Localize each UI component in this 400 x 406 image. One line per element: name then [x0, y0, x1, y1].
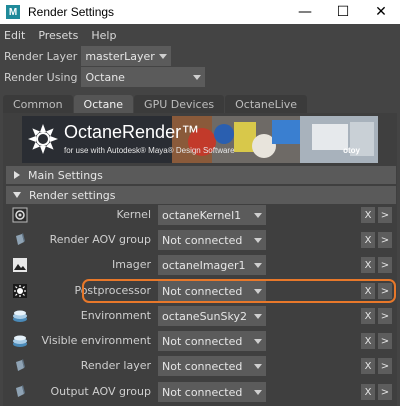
clear-button[interactable]: X: [361, 333, 375, 349]
chevron-down-icon: [250, 331, 266, 351]
attr-label: Output AOV group: [50, 385, 151, 398]
window-controls: — ☐ ✕: [286, 0, 400, 24]
environment-icon: [13, 310, 27, 322]
tab-common[interactable]: Common: [3, 95, 73, 113]
navigate-button[interactable]: >: [378, 384, 392, 400]
tab-octanelive[interactable]: OctaneLive: [225, 95, 308, 113]
octane-logo-icon: [28, 124, 58, 154]
collapse-arrow-icon: [13, 192, 21, 198]
imager-icon: [13, 258, 27, 272]
attr-value: Not connected: [162, 233, 243, 247]
clear-button[interactable]: X: [361, 384, 375, 400]
chevron-down-icon: [250, 255, 266, 275]
banner-render-image: [172, 116, 378, 163]
attr-row-visible-environment: Visible environment Not connected X >: [6, 331, 396, 351]
navigate-button[interactable]: >: [378, 232, 392, 248]
chevron-down-icon: [250, 382, 266, 402]
render-using-row: Render Using Octane: [4, 67, 206, 87]
render-using-label: Render Using: [4, 70, 78, 84]
attr-row-environment: Environment octaneSunSky2 X >: [6, 306, 396, 326]
clear-button[interactable]: X: [361, 308, 375, 324]
expand-arrow-icon: [14, 171, 20, 179]
otoy-brand: otoy: [343, 146, 360, 155]
menu-edit[interactable]: Edit: [4, 29, 25, 42]
attr-label: Kernel: [116, 208, 151, 221]
menu-bar: Edit Presets Help: [0, 24, 400, 46]
output-aov-group-dropdown[interactable]: Not connected: [158, 382, 266, 402]
navigate-button[interactable]: >: [378, 333, 392, 349]
render-settings-label: Render settings: [29, 188, 116, 202]
attr-label: Render layer: [80, 359, 151, 372]
render-aov-group-dropdown[interactable]: Not connected: [158, 230, 266, 250]
render-layer-value: masterLayer: [85, 49, 155, 63]
attr-value: Not connected: [162, 359, 243, 373]
attr-row-imager: Imager octaneImager1 X >: [6, 255, 396, 275]
close-button[interactable]: ✕: [362, 0, 400, 24]
render-settings-header[interactable]: Render settings: [6, 186, 396, 204]
chevron-down-icon: [250, 205, 266, 225]
navigate-button[interactable]: >: [378, 207, 392, 223]
clear-button[interactable]: X: [361, 207, 375, 223]
render-layer-row: Render Layer masterLayer: [4, 46, 172, 66]
chevron-down-icon: [250, 306, 266, 326]
clear-button[interactable]: X: [361, 232, 375, 248]
octane-banner: OctaneRender™ for use with Autodesk® May…: [22, 116, 378, 163]
visible-environment-icon: [13, 335, 27, 347]
clear-button[interactable]: X: [361, 257, 375, 273]
postprocessor-icon: [13, 284, 27, 298]
title-bar: M Render Settings — ☐ ✕: [0, 0, 400, 24]
render-layer-label: Render Layer: [4, 49, 78, 63]
attr-row-render-aov-group: Render AOV group Not connected X >: [6, 230, 396, 250]
main-settings-header[interactable]: Main Settings: [6, 166, 396, 184]
render-using-dropdown[interactable]: Octane: [81, 67, 206, 87]
navigate-button[interactable]: >: [378, 358, 392, 374]
kernel-dropdown[interactable]: octaneKernel1: [158, 205, 266, 225]
aov-icon: [16, 233, 25, 245]
chevron-down-icon: [155, 46, 171, 66]
attr-label: Visible environment: [41, 334, 151, 347]
chevron-down-icon: [189, 67, 205, 87]
environment-dropdown[interactable]: octaneSunSky2: [158, 306, 266, 326]
attr-row-kernel: Kernel octaneKernel1 X >: [6, 205, 396, 225]
banner-title: OctaneRender™: [64, 122, 200, 142]
attr-row-output-aov-group: Output AOV group Not connected X >: [6, 382, 396, 402]
postprocessor-highlight-box: [82, 279, 396, 303]
render-layer-icon: [16, 359, 25, 371]
attr-label: Imager: [112, 258, 151, 271]
attr-value: octaneSunSky2: [162, 309, 247, 323]
maximize-button[interactable]: ☐: [324, 0, 362, 24]
render-using-value: Octane: [85, 70, 125, 84]
chevron-down-icon: [250, 356, 266, 376]
render-layer-dropdown[interactable]: masterLayer: [81, 46, 172, 66]
main-settings-label: Main Settings: [28, 168, 103, 182]
menu-help[interactable]: Help: [91, 29, 116, 42]
window-title: Render Settings: [28, 5, 115, 19]
navigate-button[interactable]: >: [378, 308, 392, 324]
tab-bar: Common Octane GPU Devices OctaneLive: [3, 95, 308, 113]
attr-row-render-layer: Render layer Not connected X >: [6, 356, 396, 376]
tab-octane[interactable]: Octane: [73, 95, 134, 113]
attr-value: octaneKernel1: [162, 208, 242, 222]
chevron-down-icon: [250, 230, 266, 250]
clear-button[interactable]: X: [361, 358, 375, 374]
visible-environment-dropdown[interactable]: Not connected: [158, 331, 266, 351]
imager-dropdown[interactable]: octaneImager1: [158, 255, 266, 275]
attr-value: Not connected: [162, 385, 243, 399]
menu-presets[interactable]: Presets: [38, 29, 78, 42]
output-aov-icon: [16, 385, 25, 397]
attr-label: Environment: [80, 309, 151, 322]
minimize-button[interactable]: —: [286, 0, 324, 24]
attr-value: Not connected: [162, 334, 243, 348]
render-layer-node-dropdown[interactable]: Not connected: [158, 356, 266, 376]
navigate-button[interactable]: >: [378, 257, 392, 273]
tab-gpu-devices[interactable]: GPU Devices: [134, 95, 225, 113]
attr-value: octaneImager1: [162, 258, 246, 272]
kernel-icon: [12, 207, 28, 223]
banner-subtitle: for use with Autodesk® Maya® Design Soft…: [64, 146, 235, 155]
maya-app-icon: M: [6, 5, 20, 19]
attr-label: Render AOV group: [49, 233, 151, 246]
